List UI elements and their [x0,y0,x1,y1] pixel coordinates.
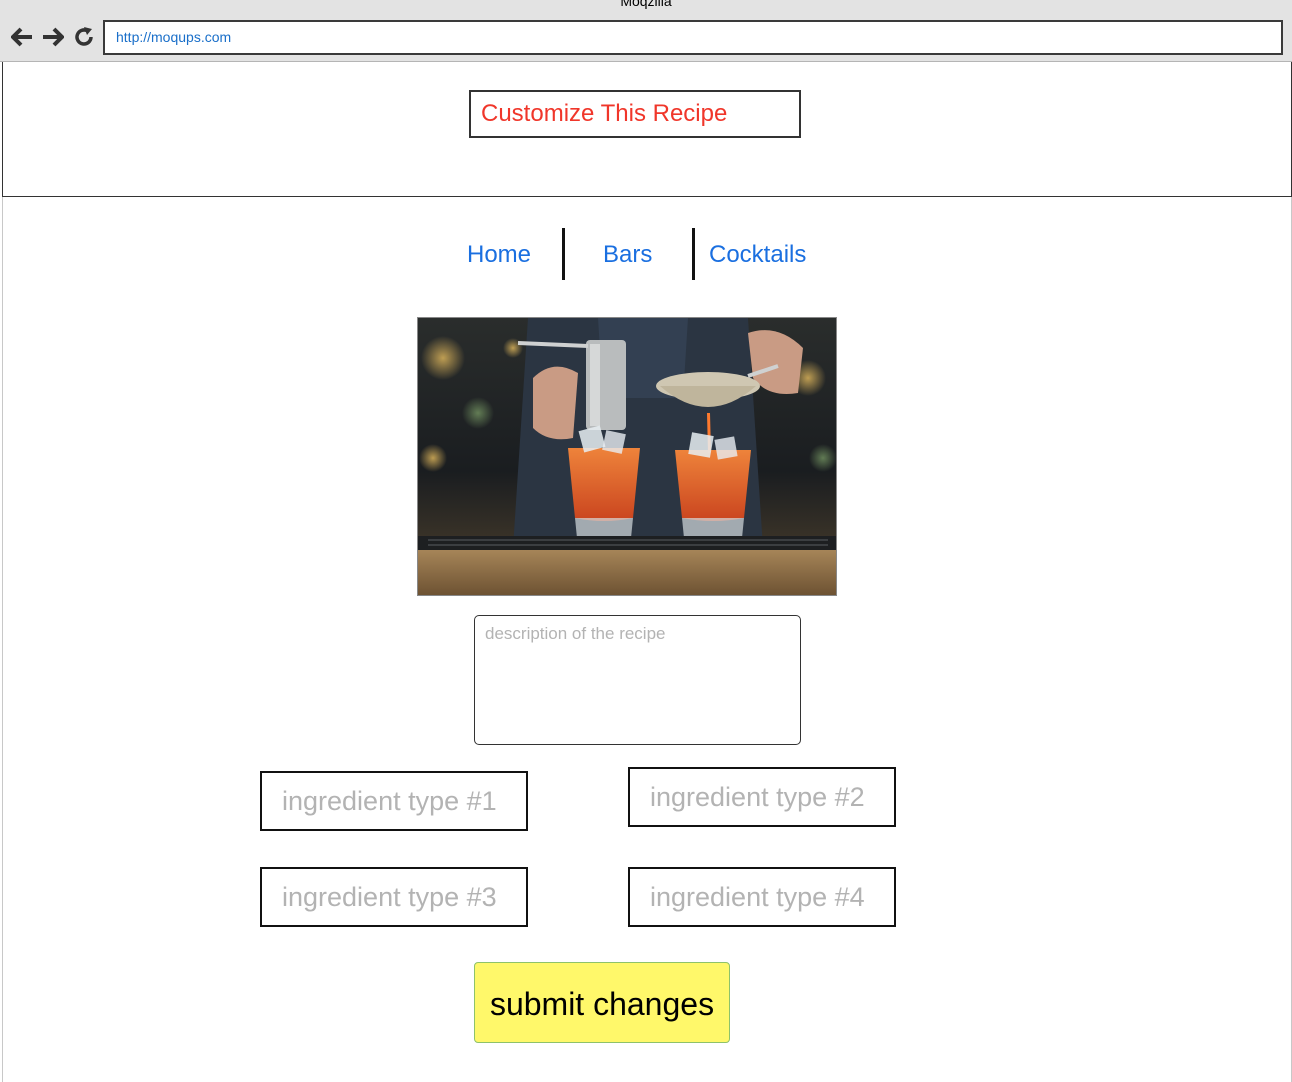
nav-bars-link[interactable]: Bars [603,240,652,270]
arrow-right-icon [43,27,64,47]
window-title: Moqzilla [620,0,672,9]
nav-cocktails-link[interactable]: Cocktails [709,240,806,270]
description-field[interactable] [474,615,801,745]
page-title: Customize This Recipe [469,90,801,138]
nav-home-link[interactable]: Home [467,240,531,270]
arrow-left-icon [11,27,32,47]
forward-button[interactable] [41,25,65,49]
back-button[interactable] [10,25,34,49]
ingredient-field-1[interactable] [260,771,528,831]
reload-icon [75,27,93,46]
submit-changes-button[interactable]: submit changes [474,962,730,1043]
ingredient-field-3[interactable] [260,867,528,927]
browser-chrome: Moqzilla http://moqups.com [0,0,1292,62]
ingredient-field-4[interactable] [628,867,896,927]
ingredient-field-2[interactable] [628,767,896,827]
url-bar[interactable]: http://moqups.com [103,20,1283,55]
nav-divider [692,228,695,280]
cocktail-photo [417,317,837,596]
nav-divider [562,228,565,280]
reload-button[interactable] [72,25,96,49]
